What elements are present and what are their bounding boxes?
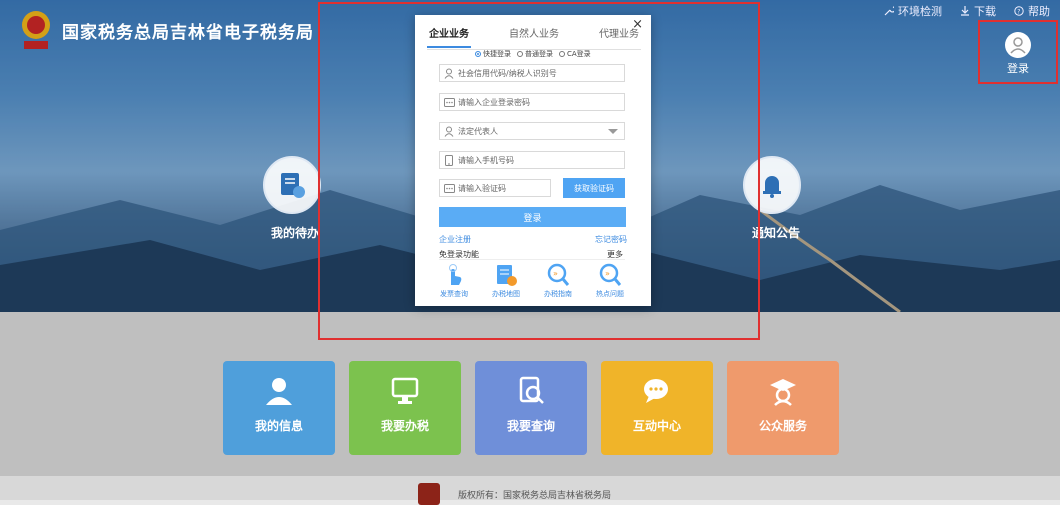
- my-todo-button[interactable]: [263, 156, 321, 214]
- tile-my-info-label: 我的信息: [254, 419, 303, 433]
- bell-icon: [763, 176, 781, 198]
- my-todo-label: 我的待办: [271, 226, 320, 240]
- quick-tax-guide[interactable]: » 办税指南: [541, 261, 575, 299]
- graduate-icon: [770, 379, 796, 406]
- code-field: [439, 179, 551, 197]
- legal-rep-input[interactable]: [458, 126, 618, 136]
- code-icon: [440, 183, 458, 193]
- quick-invoice-label: 发票查询: [440, 290, 468, 298]
- tax-emblem-logo: [22, 11, 50, 49]
- free-login-section: 免登录功能 更多: [439, 249, 625, 260]
- help-link[interactable]: ? 帮助: [1014, 3, 1050, 19]
- tile-interaction[interactable]: 互动中心: [601, 361, 713, 455]
- user-icon: [266, 378, 292, 405]
- download-icon: [961, 6, 969, 16]
- search-document-icon: [519, 376, 544, 404]
- quick-hot-issues-label: 热点问题: [596, 290, 624, 298]
- quick-hot-issues[interactable]: » 热点问题: [593, 261, 627, 299]
- svg-text:?: ?: [1017, 9, 1020, 16]
- top-links: 环境检测 下载 ? 帮助: [884, 3, 1050, 19]
- tile-query[interactable]: 我要查询: [475, 361, 587, 455]
- todo-document-icon: [281, 173, 305, 198]
- tile-interaction-label: 互动中心: [632, 419, 681, 433]
- download-label: 下载: [974, 5, 996, 18]
- svg-text:»: »: [553, 269, 558, 278]
- code-input[interactable]: [458, 183, 546, 193]
- free-login-title: 免登录功能: [439, 250, 479, 259]
- env-check-label: 环境检测: [898, 5, 942, 18]
- radio-quick-label: 快捷登录: [483, 50, 511, 58]
- chevron-down-icon: [608, 129, 618, 134]
- login-corner-label: 登录: [1007, 62, 1029, 75]
- tile-public-service[interactable]: 公众服务: [727, 361, 839, 455]
- more-link[interactable]: 更多: [607, 249, 623, 260]
- chat-icon: [644, 379, 668, 403]
- login-dialog: × 企业业务 自然人业务 代理业务 快捷登录 普通登录 CA登录 获取验证码 登…: [415, 15, 651, 306]
- login-corner-button[interactable]: 登录: [978, 20, 1058, 84]
- password-field: [439, 93, 625, 111]
- phone-field: [439, 151, 625, 169]
- user-avatar-icon: [1005, 32, 1031, 58]
- tile-tax-handling[interactable]: 我要办税: [349, 361, 461, 455]
- footer-emblem-icon: [418, 483, 440, 505]
- forgot-password-link[interactable]: 忘记密码: [595, 234, 627, 245]
- site-title: 国家税务总局吉林省电子税务局: [62, 23, 314, 43]
- login-submit-button[interactable]: 登录: [439, 207, 626, 227]
- get-code-button[interactable]: 获取验证码: [563, 178, 625, 198]
- service-tiles: 我的信息 我要办税 我要查询 互动中心 公众服务: [223, 361, 839, 455]
- credit-code-input[interactable]: [458, 68, 618, 78]
- env-check-link[interactable]: 环境检测: [884, 3, 942, 19]
- phone-input[interactable]: [458, 155, 618, 165]
- radio-normal-label: 普通登录: [525, 50, 553, 58]
- radio-ca-label: CA登录: [567, 50, 591, 58]
- login-tabs: 企业业务 自然人业务 代理业务: [427, 23, 641, 50]
- radio-dot-icon: [475, 51, 481, 57]
- tile-query-label: 我要查询: [506, 419, 555, 433]
- credit-code-field: [439, 64, 625, 82]
- help-label: 帮助: [1028, 5, 1050, 18]
- tile-public-service-label: 公众服务: [758, 419, 807, 433]
- login-mode-group: 快捷登录 普通登录 CA登录: [475, 49, 591, 59]
- password-icon: [440, 97, 458, 107]
- magnifier-guide-icon: »: [547, 263, 569, 286]
- tile-tax-handling-label: 我要办税: [380, 419, 429, 433]
- register-link[interactable]: 企业注册: [439, 234, 471, 245]
- tab-individual[interactable]: 自然人业务: [507, 23, 561, 49]
- radio-normal-login[interactable]: 普通登录: [517, 49, 553, 59]
- magnifier-question-icon: »: [599, 263, 621, 286]
- person-icon: [440, 68, 458, 79]
- download-link[interactable]: 下载: [960, 3, 996, 19]
- legal-rep-select[interactable]: [439, 122, 625, 140]
- quick-function-list: 发票查询 办税地图 » 办税指南 » 热点问题: [437, 261, 627, 299]
- radio-dot-icon: [559, 51, 565, 57]
- quick-tax-map-label: 办税地图: [492, 290, 520, 298]
- tap-hand-icon: [449, 264, 462, 285]
- person-icon: [440, 126, 458, 137]
- page-footer: 版权所有：国家税务总局吉林省税务局: [0, 476, 1060, 505]
- monitor-icon: [391, 377, 419, 404]
- wrench-icon: [884, 6, 894, 16]
- radio-ca-login[interactable]: CA登录: [559, 49, 591, 59]
- quick-tax-map[interactable]: 办税地图: [489, 261, 523, 299]
- svg-text:»: »: [605, 269, 610, 278]
- map-document-icon: [497, 265, 517, 286]
- quick-tax-guide-label: 办税指南: [544, 290, 572, 298]
- phone-icon: [440, 154, 458, 166]
- tab-agent[interactable]: 代理业务: [597, 23, 641, 49]
- tile-my-info[interactable]: 我的信息: [223, 361, 335, 455]
- quick-invoice-query[interactable]: 发票查询: [437, 261, 471, 299]
- password-input[interactable]: [458, 97, 618, 107]
- radio-dot-icon: [517, 51, 523, 57]
- radio-quick-login[interactable]: 快捷登录: [475, 49, 511, 59]
- footer-copyright: 版权所有：国家税务总局吉林省税务局: [458, 491, 612, 501]
- tab-enterprise[interactable]: 企业业务: [427, 23, 471, 48]
- help-icon: ?: [1014, 6, 1024, 16]
